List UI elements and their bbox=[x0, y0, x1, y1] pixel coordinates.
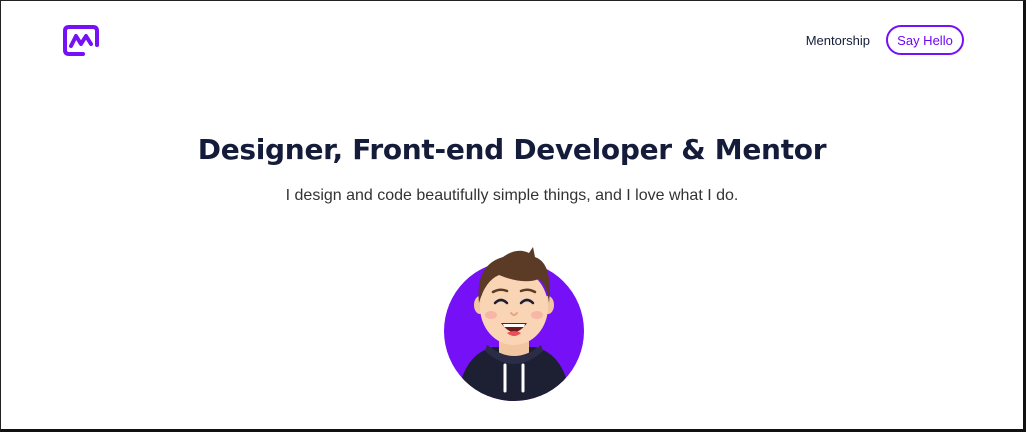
say-hello-button[interactable]: Say Hello bbox=[886, 25, 964, 55]
logo-icon[interactable] bbox=[62, 24, 100, 58]
hero-subtitle: I design and code beautifully simple thi… bbox=[285, 187, 739, 204]
page: Mentorship Say Hello Designer, Front-end… bbox=[0, 0, 1026, 432]
hero-title: Designer, Front-end Developer & Mentor bbox=[197, 133, 827, 166]
nav-link-mentorship[interactable]: Mentorship bbox=[806, 33, 870, 48]
avatar-icon bbox=[444, 247, 584, 401]
top-nav: Mentorship Say Hello bbox=[806, 24, 964, 56]
